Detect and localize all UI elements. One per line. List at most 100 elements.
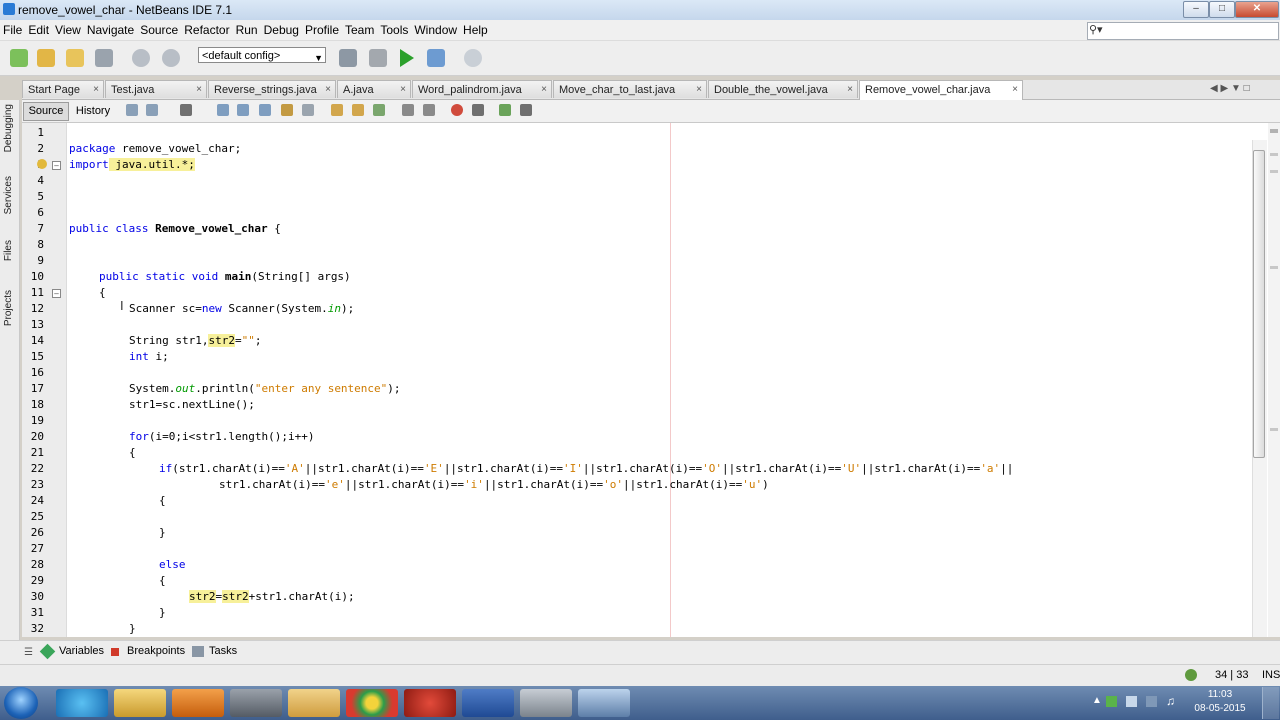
menu-view[interactable]: View <box>52 20 84 37</box>
previous-bookmark-icon[interactable] <box>331 104 343 116</box>
scrollbar-thumb[interactable] <box>1253 150 1265 458</box>
tab-start-page[interactable]: Start Page × <box>22 80 104 98</box>
tab-a-java[interactable]: A.java × <box>337 80 411 98</box>
tray-network-icon[interactable] <box>1106 696 1117 707</box>
variables-tab[interactable]: Variables <box>59 645 104 657</box>
back-icon[interactable] <box>146 104 158 116</box>
close-icon[interactable]: × <box>400 81 406 98</box>
run-icon[interactable] <box>400 49 414 67</box>
forward-icon[interactable] <box>180 104 192 116</box>
config-select[interactable]: <default config> ▼ <box>198 47 326 63</box>
volume-icon[interactable]: ♫ <box>1166 694 1175 708</box>
sidebar-item-debugging[interactable]: Debugging <box>3 104 14 152</box>
history-tab[interactable]: History <box>69 102 117 121</box>
find-icon[interactable] <box>217 104 229 116</box>
show-desktop-button[interactable] <box>1262 687 1279 719</box>
close-icon[interactable]: × <box>196 81 202 98</box>
find-next-icon[interactable] <box>259 104 271 116</box>
explorer-folder-icon[interactable] <box>114 689 166 717</box>
menu-refactor[interactable]: Refactor <box>181 20 232 37</box>
media-player-icon[interactable] <box>172 689 224 717</box>
menu-debug[interactable]: Debug <box>261 20 302 37</box>
panel-menu-icon[interactable]: ☰ <box>24 647 33 658</box>
stripe-mark[interactable] <box>1270 153 1278 156</box>
word-icon[interactable] <box>462 689 514 717</box>
uncomment-icon[interactable] <box>520 104 532 116</box>
shift-right-icon[interactable] <box>423 104 435 116</box>
sidebar-item-services[interactable]: Services <box>3 176 14 214</box>
window-icon[interactable] <box>520 689 572 717</box>
menu-file[interactable]: File <box>0 20 25 37</box>
close-icon[interactable]: × <box>847 81 853 98</box>
last-edit-icon[interactable] <box>126 104 138 116</box>
search-input[interactable] <box>1087 22 1279 40</box>
close-icon[interactable]: × <box>1012 81 1018 99</box>
next-bookmark-icon[interactable] <box>352 104 364 116</box>
toggle-highlight-icon[interactable] <box>281 104 293 116</box>
tab-test-java[interactable]: Test.java × <box>105 80 207 98</box>
tab-move-char-to-last[interactable]: Move_char_to_last.java × <box>553 80 707 98</box>
stripe-mark[interactable] <box>1270 170 1278 173</box>
maximize-button[interactable]: □ <box>1209 1 1235 18</box>
breakpoints-tab[interactable]: Breakpoints <box>127 645 185 657</box>
notification-icon[interactable] <box>1185 669 1197 681</box>
folder-icon[interactable] <box>288 689 340 717</box>
sidebar-item-projects[interactable]: Projects <box>3 290 14 326</box>
debug-icon[interactable] <box>427 49 445 67</box>
tab-reverse-strings[interactable]: Reverse_strings.java × <box>208 80 336 98</box>
menu-edit[interactable]: Edit <box>25 20 52 37</box>
menu-profile[interactable]: Profile <box>302 20 342 37</box>
tab-word-palindrom[interactable]: Word_palindrom.java × <box>412 80 552 98</box>
warning-icon[interactable] <box>37 159 47 169</box>
close-icon[interactable]: × <box>325 81 331 98</box>
menu-tools[interactable]: Tools <box>377 20 411 37</box>
system-clock[interactable]: 11:03 08-05-2015 <box>1190 688 1250 716</box>
menu-source[interactable]: Source <box>137 20 181 37</box>
app-icon[interactable] <box>230 689 282 717</box>
menu-navigate[interactable]: Navigate <box>84 20 137 37</box>
close-icon[interactable]: × <box>93 81 99 98</box>
stripe-mark[interactable] <box>1270 428 1278 431</box>
toggle-bookmark-icon[interactable] <box>373 104 385 116</box>
open-project-icon[interactable] <box>66 49 84 67</box>
source-tab[interactable]: Source <box>23 102 69 121</box>
tasks-tab[interactable]: Tasks <box>209 645 237 657</box>
chrome-icon[interactable] <box>346 689 398 717</box>
menu-team[interactable]: Team <box>342 20 377 37</box>
stripe-mark[interactable] <box>1270 266 1278 269</box>
menu-run[interactable]: Run <box>233 20 261 37</box>
tray-power-icon[interactable] <box>1146 696 1157 707</box>
redo-icon[interactable] <box>162 49 180 67</box>
stripe-mark[interactable] <box>1270 129 1278 133</box>
new-file-icon[interactable] <box>10 49 28 67</box>
tab-scroll-arrows-icon[interactable]: ◀ ▶ ▼ □ <box>1210 83 1250 94</box>
tab-double-the-vowel[interactable]: Double_the_vowel.java × <box>708 80 858 98</box>
sidebar-item-files[interactable]: Files <box>3 240 14 261</box>
tray-monitor-icon[interactable] <box>1126 696 1137 707</box>
close-button[interactable]: ✕ <box>1235 1 1279 18</box>
toggle-rectangular-icon[interactable] <box>302 104 314 116</box>
menu-help[interactable]: Help <box>460 20 491 37</box>
fold-toggle-icon[interactable]: – <box>52 289 61 298</box>
code-editor[interactable]: 1 2 3 4 5 6 7 8 9 10 11 12 13 14 15 16 1… <box>22 123 1268 637</box>
clean-build-icon[interactable] <box>369 49 387 67</box>
stop-macro-icon[interactable] <box>472 104 484 116</box>
undo-icon[interactable] <box>132 49 150 67</box>
menu-window[interactable]: Window <box>411 20 460 37</box>
close-icon[interactable]: × <box>696 81 702 98</box>
recorder-icon[interactable] <box>404 689 456 717</box>
close-icon[interactable]: × <box>541 81 547 98</box>
fold-toggle-icon[interactable]: – <box>52 161 61 170</box>
tray-arrow-icon[interactable]: ▲ <box>1092 695 1102 706</box>
internet-explorer-icon[interactable] <box>56 689 108 717</box>
netbeans-taskbar-icon[interactable] <box>578 689 630 717</box>
comment-icon[interactable] <box>499 104 511 116</box>
start-macro-icon[interactable] <box>451 104 463 116</box>
start-button[interactable] <box>4 687 38 719</box>
minimize-button[interactable]: – <box>1183 1 1209 18</box>
build-hammer-icon[interactable] <box>339 49 357 67</box>
shift-left-icon[interactable] <box>402 104 414 116</box>
profile-icon[interactable] <box>464 49 482 67</box>
save-all-icon[interactable] <box>95 49 113 67</box>
tab-remove-vowel-char[interactable]: Remove_vowel_char.java × <box>859 80 1023 100</box>
